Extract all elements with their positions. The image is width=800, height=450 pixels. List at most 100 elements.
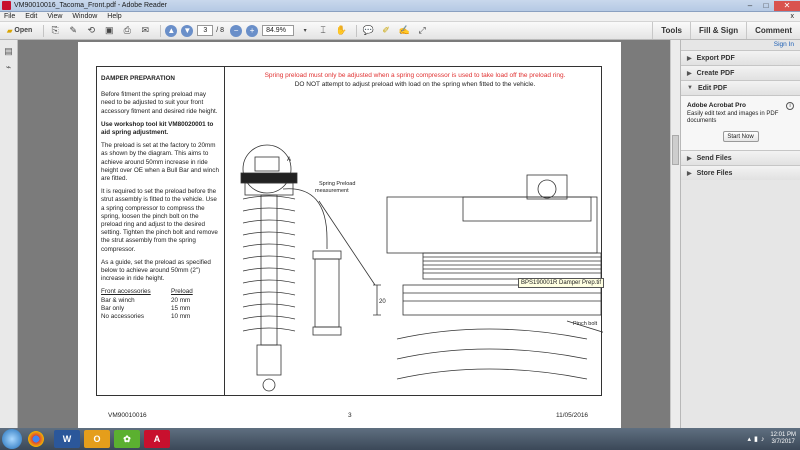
promo-description: Easily edit text and images in PDF docum…: [687, 111, 779, 124]
comment-icon[interactable]: 💬: [361, 24, 375, 38]
menu-bar: File Edit View Window Help x: [0, 12, 800, 22]
tools-tab[interactable]: Tools: [652, 22, 690, 39]
fill-sign-tab[interactable]: Fill & Sign: [690, 22, 746, 39]
clock-time: 12:01 PM: [770, 432, 796, 438]
print-icon[interactable]: ⎙: [120, 24, 134, 38]
highlight-icon[interactable]: ✐: [379, 24, 393, 38]
export-pdf-section[interactable]: ▶ Export PDF: [681, 50, 800, 65]
zoom-out-icon[interactable]: −: [230, 24, 243, 37]
store-files-section[interactable]: ▶ Store Files: [681, 165, 800, 180]
expand-arrow-icon: ▶: [687, 170, 692, 177]
adobe-reader-taskbar-icon[interactable]: A: [144, 430, 170, 448]
open-button[interactable]: ▰ Open: [4, 24, 35, 38]
table-header: Front accessories Preload: [101, 288, 220, 296]
create-pdf-icon[interactable]: ⎘: [48, 24, 62, 38]
info-icon[interactable]: i: [786, 102, 794, 110]
fullscreen-icon[interactable]: ⤢: [415, 24, 429, 38]
select-tool-icon[interactable]: ⌶: [316, 24, 330, 38]
left-navigation-pane: ▤ ⌁: [0, 40, 18, 428]
app-icon[interactable]: ✿: [114, 430, 140, 448]
section-label: Edit PDF: [697, 84, 728, 92]
zoom-dropdown-icon[interactable]: ▾: [298, 24, 312, 38]
footer-page-number: 3: [348, 412, 352, 419]
taskbar: W O ✿ A ▴ ▮ ♪ 12:01 PM 3/7/2017: [0, 428, 800, 450]
table-cell: 20 mm: [171, 296, 191, 304]
create-pdf-section[interactable]: ▶ Create PDF: [681, 65, 800, 80]
menu-help[interactable]: Help: [107, 13, 121, 20]
menu-view[interactable]: View: [47, 13, 62, 20]
expand-arrow-icon: ▶: [687, 55, 692, 62]
save-icon[interactable]: ▣: [102, 24, 116, 38]
diagram-label-measurement: measurement: [315, 188, 349, 194]
footer-doc-number: VM90010016: [108, 412, 147, 419]
adobe-reader-icon: [2, 1, 11, 10]
warning-black: DO NOT attempt to adjust preload with lo…: [294, 81, 536, 88]
section-label: Store Files: [696, 169, 733, 177]
sync-icon[interactable]: ⟲: [84, 24, 98, 38]
close-document-button[interactable]: x: [791, 13, 795, 20]
start-button[interactable]: [2, 429, 22, 449]
hand-tool-icon[interactable]: ✋: [334, 24, 348, 38]
clock[interactable]: 12:01 PM 3/7/2017: [770, 432, 796, 446]
clock-date: 3/7/2017: [771, 439, 795, 445]
attachments-icon[interactable]: ⌁: [4, 62, 14, 72]
menu-file[interactable]: File: [4, 13, 15, 20]
window-title: VM90010016_Tacoma_Front.pdf - Adobe Read…: [14, 2, 167, 9]
toolbar-right-tabs: Tools Fill & Sign Comment: [652, 22, 800, 39]
sign-icon[interactable]: ✍: [397, 24, 411, 38]
vertical-scrollbar[interactable]: [670, 40, 680, 428]
pdf-page: DAMPER PREPARATION Before fitment the sp…: [78, 42, 621, 428]
close-button[interactable]: ✕: [774, 0, 800, 11]
promo-title: Adobe Acrobat Pro: [687, 102, 746, 109]
preload-table: Front accessories Preload Bar & winch 20 …: [101, 288, 220, 320]
document-area[interactable]: DAMPER PREPARATION Before fitment the sp…: [18, 40, 680, 428]
table-cell: Bar & winch: [101, 296, 135, 304]
table-cell: 15 mm: [171, 304, 191, 312]
warning-text: Spring preload must only be adjusted whe…: [227, 71, 603, 89]
diagram-dimension: 20: [379, 299, 386, 305]
maximize-button[interactable]: □: [758, 1, 774, 11]
tray-expand-icon[interactable]: ▴: [747, 435, 751, 443]
open-label: Open: [14, 27, 33, 34]
edit-icon[interactable]: ✎: [66, 24, 80, 38]
right-tools-panel: Sign In ▶ Export PDF ▶ Create PDF ▼ Edit PD…: [680, 40, 800, 428]
toolbar-divider: [160, 24, 162, 37]
footer-date: 11/05/2016: [556, 412, 589, 419]
edit-pdf-section[interactable]: ▼ Edit PDF: [681, 80, 800, 95]
page-total: / 8: [216, 27, 225, 34]
paragraph-3: The preload is set at the factory to 20m…: [101, 142, 219, 183]
next-page-icon[interactable]: ▼: [181, 24, 194, 37]
table-cell: Bar only: [101, 304, 125, 312]
start-now-button[interactable]: Start Now: [722, 131, 759, 142]
minimize-button[interactable]: –: [742, 1, 758, 11]
paragraph-4: It is required to set the preload before…: [101, 188, 218, 253]
previous-page-icon[interactable]: ▲: [165, 24, 178, 37]
paragraph-1: Before fitment the spring preload may ne…: [101, 91, 218, 115]
network-icon[interactable]: ▮: [754, 435, 758, 443]
toolbar: ▰ Open ⎘ ✎ ⟲ ▣ ⎙ ✉ ▲ ▼ 3 / 8 − + 84.9% ▾ …: [0, 22, 800, 40]
chrome-icon[interactable]: [28, 431, 44, 447]
volume-icon[interactable]: ♪: [761, 436, 765, 443]
menu-window[interactable]: Window: [72, 13, 97, 20]
comment-tab[interactable]: Comment: [746, 22, 800, 39]
diagram-label-preload: Spring Preload: [319, 181, 355, 187]
sign-in-link[interactable]: Sign In: [681, 40, 800, 50]
page-number-input[interactable]: 3: [197, 25, 214, 36]
scrollbar-thumb[interactable]: [672, 135, 679, 165]
section-heading: DAMPER PREPARATION: [101, 75, 175, 82]
acrobat-pro-promo: Adobe Acrobat Pro Easily edit text and i…: [681, 95, 800, 150]
table-cell: 10 mm: [171, 312, 191, 320]
zoom-in-icon[interactable]: +: [246, 24, 259, 37]
diagram-label-pinch-bolt: Pinch bolt: [573, 321, 598, 327]
send-files-section[interactable]: ▶ Send Files: [681, 150, 800, 165]
zoom-level-input[interactable]: 84.9%: [262, 25, 295, 36]
instructions-column: DAMPER PREPARATION Before fitment the sp…: [97, 67, 225, 395]
outlook-icon[interactable]: O: [84, 430, 110, 448]
table-row: No accessories 10 mm: [101, 313, 220, 321]
email-icon[interactable]: ✉: [138, 24, 152, 38]
table-row: Bar & winch 20 mm: [101, 297, 220, 305]
page-thumbnails-icon[interactable]: ▤: [4, 46, 14, 56]
menu-edit[interactable]: Edit: [25, 13, 37, 20]
damper-diagram: A Spring Preload measurement 20 Pinch bo…: [240, 144, 603, 392]
word-icon[interactable]: W: [54, 430, 80, 448]
